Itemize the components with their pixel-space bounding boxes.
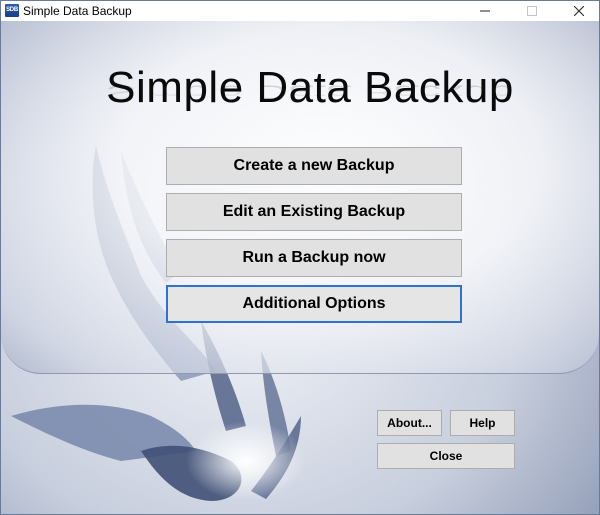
about-button[interactable]: About...	[377, 410, 442, 436]
app-window: SDB Simple Data Backup Simple Data Backu…	[0, 0, 600, 515]
app-title-reflection: Simple Data Backup	[106, 80, 514, 103]
close-button[interactable]: Close	[377, 443, 515, 469]
app-icon: SDB	[5, 4, 19, 17]
title-bar[interactable]: SDB Simple Data Backup	[1, 1, 599, 21]
close-window-button[interactable]	[557, 1, 600, 21]
run-backup-button[interactable]: Run a Backup now	[166, 239, 462, 277]
maximize-button[interactable]	[510, 1, 554, 21]
window-title: Simple Data Backup	[23, 4, 132, 18]
additional-options-button[interactable]: Additional Options	[166, 285, 462, 323]
create-backup-button[interactable]: Create a new Backup	[166, 147, 462, 185]
client-area: Simple Data Backup Simple Data Backup Cr…	[1, 21, 599, 514]
edit-backup-button[interactable]: Edit an Existing Backup	[166, 193, 462, 231]
minimize-icon	[480, 10, 490, 12]
help-button[interactable]: Help	[450, 410, 515, 436]
close-icon	[574, 6, 584, 16]
maximize-icon	[527, 6, 537, 16]
minimize-button[interactable]	[463, 1, 507, 21]
